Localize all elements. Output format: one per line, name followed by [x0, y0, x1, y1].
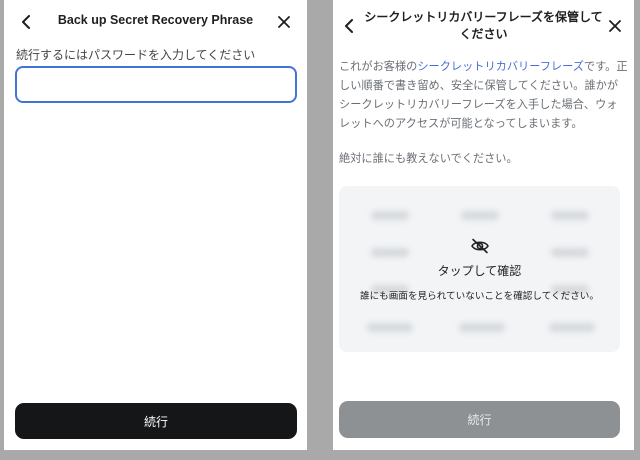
blurred-word: [371, 248, 409, 257]
reveal-srp-screen: シークレットリカバリーフレーズを保管してください これがお客様のシークレットリカ…: [333, 0, 634, 450]
back-button[interactable]: [339, 15, 361, 37]
close-button[interactable]: [604, 15, 626, 37]
srp-link[interactable]: シークレットリカバリーフレーズ: [417, 60, 584, 73]
blurred-word: [551, 248, 589, 257]
continue-button-disabled: 続行: [339, 401, 620, 438]
privacy-note: 誰にも画面を見られていないことを確認してください。: [360, 291, 599, 302]
reveal-srp-area[interactable]: タップして確認 誰にも画面を見られていないことを確認してください。: [339, 186, 620, 352]
blurred-word: [551, 211, 589, 220]
blurred-word: [459, 323, 505, 332]
warning-text: 絶対に誰にも教えないでください。: [339, 152, 518, 165]
close-icon: [609, 20, 621, 32]
continue-button[interactable]: 続行: [15, 403, 297, 439]
description-prefix: これがお客様の: [339, 60, 418, 73]
header: シークレットリカバリーフレーズを保管してください: [333, 0, 634, 41]
password-screen: Back up Secret Recovery Phrase 続行するにはパスワ…: [4, 0, 307, 450]
chevron-left-icon: [22, 15, 30, 29]
chevron-left-icon: [345, 19, 353, 33]
password-label: 続行するにはパスワードを入力してください: [16, 48, 256, 62]
back-button[interactable]: [16, 11, 38, 33]
blurred-word: [461, 211, 499, 220]
blurred-word: [371, 211, 409, 220]
close-icon: [278, 16, 290, 28]
page-title: シークレットリカバリーフレーズを保管してください: [364, 10, 603, 41]
password-input[interactable]: [15, 66, 297, 103]
tap-to-reveal-label: タップして確認: [437, 264, 522, 278]
blurred-word: [367, 323, 413, 332]
close-button[interactable]: [273, 11, 295, 33]
eye-off-icon: [471, 238, 489, 254]
page-title: Back up Secret Recovery Phrase: [57, 13, 254, 27]
blurred-word: [549, 323, 595, 332]
header: Back up Secret Recovery Phrase: [4, 0, 307, 40]
description: これがお客様のシークレットリカバリーフレーズです。正しい順番で書き留め、安全に保…: [339, 57, 628, 133]
